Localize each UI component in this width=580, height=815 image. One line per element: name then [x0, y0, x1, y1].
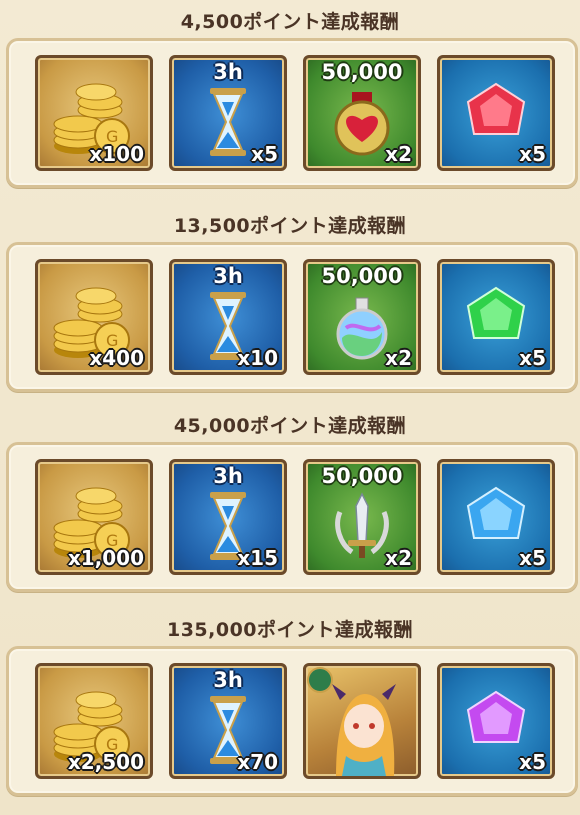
reward-item-coins[interactable]: G x400	[35, 259, 153, 375]
reward-item-medal[interactable]: 50,000 x2	[303, 55, 421, 171]
reward-item-gem[interactable]: x5	[437, 55, 555, 171]
reward-panel: G x1,000 3h x15 50,000 x2 x5	[6, 442, 578, 592]
exp-label: 50,000	[321, 60, 403, 84]
tier-title: 4,500ポイント達成報酬	[180, 10, 400, 33]
character-portrait-icon	[307, 667, 396, 776]
reward-quantity: x5	[519, 142, 546, 166]
reward-item-gem[interactable]: x5	[437, 259, 555, 375]
reward-item-sword[interactable]: 50,000 x2	[303, 459, 421, 575]
reward-item-hourglass[interactable]: 3h x15	[169, 459, 287, 575]
reward-quantity: x15	[237, 546, 278, 570]
reward-quantity: x1,000	[67, 546, 144, 570]
exp-label: 50,000	[321, 264, 403, 288]
reward-item-hourglass[interactable]: 3h x5	[169, 55, 287, 171]
reward-item-potion[interactable]: 50,000 x2	[303, 259, 421, 375]
reward-item-coins[interactable]: G x1,000	[35, 459, 153, 575]
reward-item-gem[interactable]: x5	[437, 663, 555, 779]
reward-item-coins[interactable]: G x100	[35, 55, 153, 171]
reward-panel: G x100 3h x5 50,000 x2 x5	[6, 38, 578, 188]
exp-label: 50,000	[321, 464, 403, 488]
reward-quantity: x100	[89, 142, 144, 166]
reward-item-hourglass[interactable]: 3h x10	[169, 259, 287, 375]
reward-quantity: x5	[519, 750, 546, 774]
reward-item-hourglass[interactable]: 3h x70	[169, 663, 287, 779]
reward-list: 4,500ポイント達成報酬 G x100 3h x5 50,000 x2 x5 …	[0, 0, 580, 815]
duration-label: 3h	[213, 264, 243, 288]
reward-item-gem[interactable]: x5	[437, 459, 555, 575]
reward-quantity: x10	[237, 346, 278, 370]
reward-quantity: x2	[385, 346, 412, 370]
duration-label: 3h	[213, 668, 243, 692]
duration-label: 3h	[213, 464, 243, 488]
reward-quantity: x2	[385, 546, 412, 570]
tier-title: 45,000ポイント達成報酬	[173, 414, 407, 437]
reward-quantity: x5	[519, 546, 546, 570]
reward-quantity: x400	[89, 346, 144, 370]
reward-quantity: x2,500	[67, 750, 144, 774]
reward-quantity: x5	[519, 346, 546, 370]
reward-panel: G x2,500 3h x70 x5	[6, 646, 578, 796]
tier-title: 13,500ポイント達成報酬	[173, 214, 407, 237]
duration-label: 3h	[213, 60, 243, 84]
reward-item-character[interactable]	[303, 663, 421, 779]
reward-item-coins[interactable]: G x2,500	[35, 663, 153, 779]
tier-title: 135,000ポイント達成報酬	[166, 618, 414, 641]
reward-quantity: x2	[385, 142, 412, 166]
reward-quantity: x5	[251, 142, 278, 166]
reward-quantity: x70	[237, 750, 278, 774]
reward-panel: G x400 3h x10 50,000 x2 x5	[6, 242, 578, 392]
